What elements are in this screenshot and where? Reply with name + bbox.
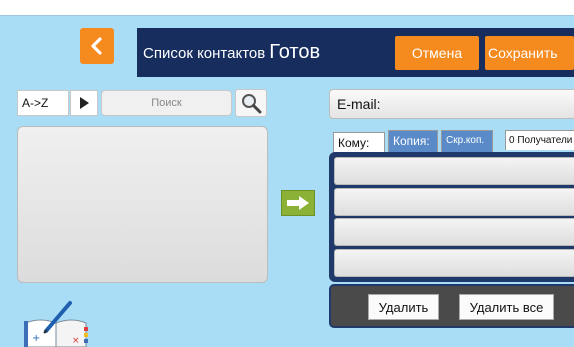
search-input[interactable] (101, 90, 232, 116)
page-title: Список контактов Готов (143, 38, 320, 68)
sort-toggle-button[interactable] (70, 90, 98, 116)
email-field[interactable]: E-mail: (329, 89, 574, 119)
arrow-right-icon (287, 196, 309, 210)
recipient-row[interactable] (334, 218, 574, 246)
status-label: Готов (269, 41, 321, 63)
recipient-count-badge: 0 Получатели (505, 130, 574, 150)
svg-text:+: + (32, 333, 40, 344)
recipient-row[interactable] (334, 249, 574, 277)
tab-bcc[interactable]: Скр.коп. (441, 130, 493, 152)
recipient-row[interactable] (334, 157, 574, 185)
save-button[interactable]: Сохранить (485, 36, 574, 70)
recipient-row[interactable] (334, 188, 574, 216)
tab-to[interactable]: Кому: (333, 132, 385, 153)
title-label: Список контактов (143, 45, 266, 62)
chevron-left-icon (91, 37, 102, 55)
sort-button[interactable]: A->Z (17, 90, 69, 116)
tab-cc[interactable]: Копия: (388, 130, 438, 152)
search-button[interactable] (235, 89, 267, 117)
contact-list[interactable] (17, 126, 268, 283)
svg-text:×: × (72, 336, 80, 346)
cancel-button[interactable]: Отмена (395, 36, 479, 70)
back-button[interactable] (80, 28, 114, 64)
add-to-recipients-button[interactable] (281, 190, 315, 216)
play-icon (80, 97, 89, 109)
magnifier-icon (242, 94, 262, 114)
delete-all-button[interactable]: Удалить все (459, 294, 554, 320)
address-book-icon[interactable]: + × (22, 297, 90, 347)
delete-button[interactable]: Удалить (368, 294, 439, 320)
window-top-strip (0, 0, 574, 16)
